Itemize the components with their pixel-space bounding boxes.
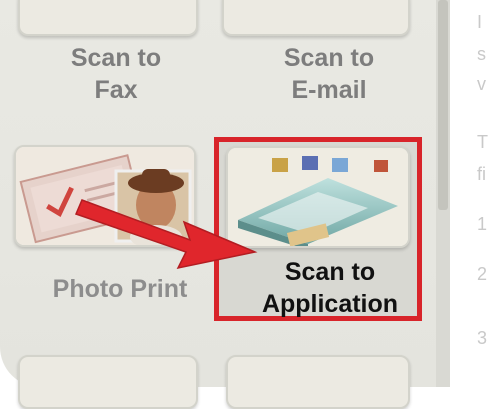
scan-to-email-line1: Scan to — [283, 44, 375, 72]
scan-to-application-line1: Scan to — [284, 258, 376, 286]
bottom-right-thumbnail[interactable] — [226, 355, 410, 409]
photo-print-thumbnail[interactable] — [14, 145, 196, 247]
photo-print-icon — [16, 147, 194, 245]
right-char: T — [477, 132, 488, 152]
right-text-panel: I s v T fi 1 2 3 — [455, 0, 492, 387]
scan-to-fax-label[interactable]: Scan to Fax — [26, 42, 206, 106]
scanner-icon — [228, 148, 408, 246]
scan-to-application-line2: Application — [261, 290, 399, 318]
scan-to-fax-thumbnail[interactable] — [18, 0, 198, 36]
right-char: 2 — [477, 264, 488, 284]
right-char: 1 — [477, 214, 488, 234]
right-char: 3 — [477, 328, 488, 348]
scrollbar-thumb[interactable] — [438, 0, 448, 210]
scrollbar[interactable] — [436, 0, 450, 387]
right-char: s — [477, 44, 486, 64]
scan-to-email-label[interactable]: Scan to E-mail — [239, 42, 419, 106]
right-char: v — [477, 74, 486, 94]
right-char: fi — [477, 164, 486, 184]
scan-to-application-label[interactable]: Scan to Application — [240, 256, 420, 320]
bottom-left-thumbnail[interactable] — [18, 355, 198, 409]
photo-print-label[interactable]: Photo Print — [30, 273, 210, 305]
scan-to-application-thumbnail[interactable] — [226, 146, 410, 248]
scan-to-email-line2: E-mail — [291, 76, 367, 104]
scan-to-email-thumbnail[interactable] — [222, 0, 410, 36]
right-char: I — [477, 12, 483, 32]
scan-to-fax-line1: Scan to — [70, 44, 162, 72]
scan-to-fax-line2: Fax — [94, 76, 138, 104]
